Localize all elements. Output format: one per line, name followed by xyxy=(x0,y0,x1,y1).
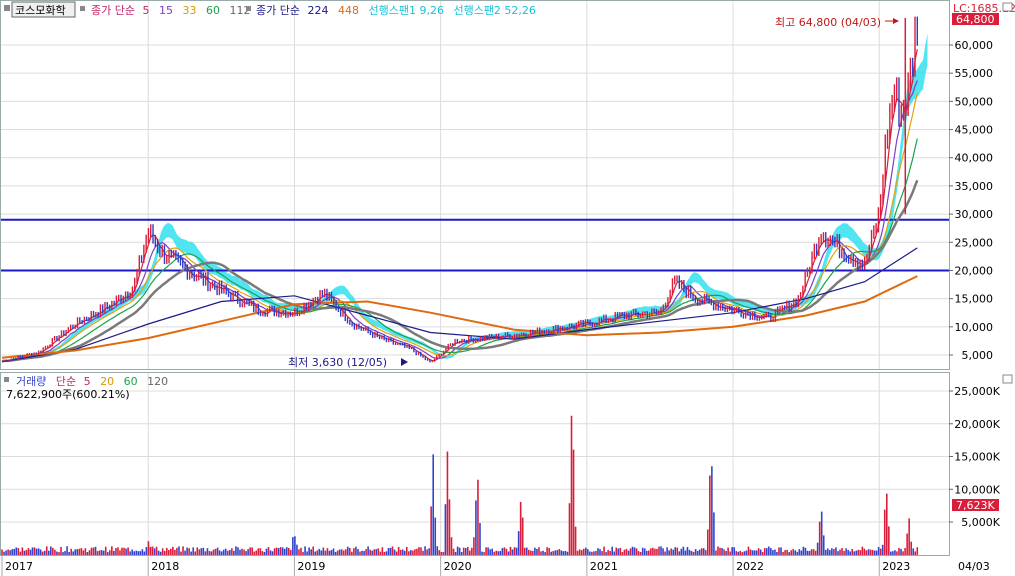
y-tick-label: 50,000 xyxy=(955,95,994,108)
volume-ma-label: 단순 xyxy=(56,375,76,388)
min-annotation: 최저 3,630 (12/05) xyxy=(288,356,387,369)
vma60-label: 60 xyxy=(124,375,138,388)
x-tick-label: 2021 xyxy=(590,560,618,573)
ma-legend-icon xyxy=(80,6,85,11)
x-tick-label: 2022 xyxy=(736,560,764,573)
ma-label: 종가 단순 xyxy=(91,4,135,17)
y-tick-label: 40,000 xyxy=(955,152,994,165)
x-tick-label: 2019 xyxy=(297,560,325,573)
last-volume: 7,622,900주(600.21%) xyxy=(6,388,130,401)
x-tick-label: 2023 xyxy=(882,560,910,573)
stock-name: 코스모화학 xyxy=(15,4,66,17)
ma60-label: 60 xyxy=(206,4,220,17)
x-tick-label: 04/03 xyxy=(958,560,990,573)
x-axis: 2017 2018 2019 2020 2021 2022 2023 04/03 xyxy=(1,556,990,576)
vma20-label: 20 xyxy=(100,375,114,388)
vma120-label: 120 xyxy=(147,375,168,388)
y-tick-label: 5,000K xyxy=(961,516,1000,529)
panel-close-icon[interactable] xyxy=(1002,374,1013,384)
y-tick-label: 20,000K xyxy=(954,418,1000,431)
y-tick-label: 60,000 xyxy=(955,39,994,52)
span2-label: 선행스팬2 52,26 xyxy=(453,4,535,17)
y-tick-label: 20,000 xyxy=(955,264,994,277)
volume-legend-icon xyxy=(4,377,9,382)
y-tick-label: 25,000 xyxy=(955,236,994,249)
x-tick-label: 2020 xyxy=(444,560,472,573)
y-tick-label: 5,000 xyxy=(962,349,994,362)
ma5-label: 5 xyxy=(142,4,149,17)
y-tick-label: 10,000 xyxy=(955,321,994,334)
y-tick-label: 25,000K xyxy=(954,385,1000,398)
ma448-label: 448 xyxy=(338,4,359,17)
price-panel-close-icon[interactable] xyxy=(1002,2,1013,12)
y-tick-label: 15,000 xyxy=(955,293,994,306)
volume-panel-frame xyxy=(0,372,950,556)
ma2-label: 종가 단순 xyxy=(256,4,300,17)
max-annotation: 최고 64,800 (04/03) xyxy=(775,16,881,29)
right-axis-bg xyxy=(950,0,1015,556)
price-panel-frame xyxy=(0,0,950,370)
ma15-label: 15 xyxy=(159,4,173,17)
ma2-legend: 종가 단순 224 448 선행스팬1 9,26 선행스팬2 52,26 xyxy=(256,4,536,17)
ma2-legend-icon xyxy=(246,6,251,11)
y-tick-label: 55,000 xyxy=(955,67,994,80)
ma224-label: 224 xyxy=(307,4,328,17)
x-tick-label: 2017 xyxy=(5,560,33,573)
legend-handle-icon[interactable] xyxy=(4,5,10,11)
volume-current-tag: 7,623K xyxy=(956,499,995,512)
x-tick-label: 2018 xyxy=(151,560,179,573)
current-price-tag: 64,800 xyxy=(956,13,995,26)
stock-chart: 60,00055,00050,00045,00040,00035,00030,0… xyxy=(0,0,1015,576)
span1-label: 선행스팬1 9,26 xyxy=(368,4,443,17)
y-tick-label: 10,000K xyxy=(954,483,1000,496)
ma33-label: 33 xyxy=(182,4,196,17)
volume-title: 거래량 xyxy=(16,375,46,388)
y-tick-label: 45,000 xyxy=(955,124,994,137)
y-tick-label: 30,000 xyxy=(955,208,994,221)
vma5-label: 5 xyxy=(84,375,91,388)
y-tick-label: 35,000 xyxy=(955,180,994,193)
y-tick-label: 15,000K xyxy=(954,451,1000,464)
